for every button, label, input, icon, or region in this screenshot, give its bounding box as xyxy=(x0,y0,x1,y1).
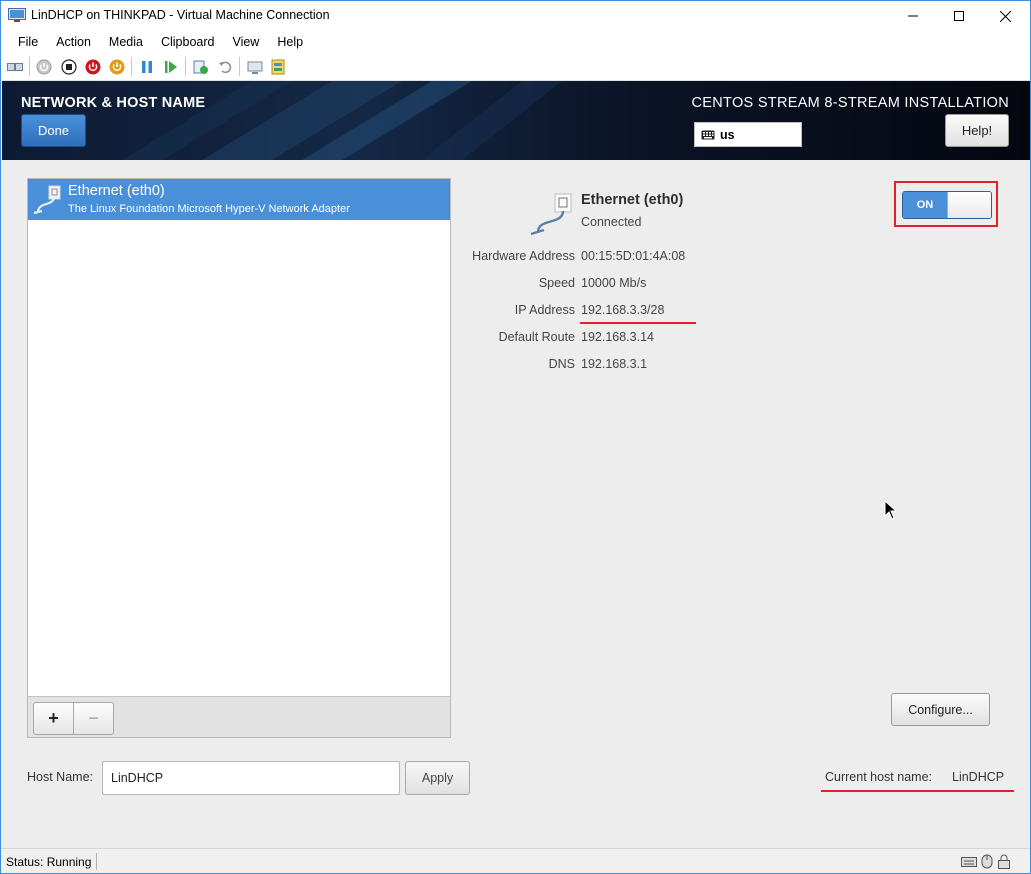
current-host-name-highlight xyxy=(821,790,1014,792)
ip-address-label: IP Address xyxy=(514,303,575,317)
host-name-input[interactable] xyxy=(102,761,400,795)
speed-value: 10000 Mb/s xyxy=(581,276,647,290)
speed-label: Speed xyxy=(538,276,575,290)
window-title: LinDHCP on THINKPAD - Virtual Machine Co… xyxy=(31,8,330,22)
start-button[interactable] xyxy=(35,58,52,75)
ctrl-alt-del-button[interactable] xyxy=(6,58,23,75)
help-button[interactable]: Help! xyxy=(945,114,1009,147)
done-button[interactable]: Done xyxy=(21,114,86,147)
pause-button[interactable] xyxy=(138,58,155,75)
mouse-status-icon xyxy=(981,854,993,869)
installation-title: CENTOS STREAM 8-STREAM INSTALLATION xyxy=(691,95,1009,111)
current-host-name-label: Current host name: xyxy=(825,770,932,784)
toolbar-separator xyxy=(29,57,30,76)
shut-down-button[interactable] xyxy=(84,58,101,75)
status-separator xyxy=(96,853,97,870)
keyboard-icon xyxy=(701,130,715,139)
ctrl-alt-del-icon xyxy=(6,62,23,71)
menu-action[interactable]: Action xyxy=(47,35,100,49)
keyboard-layout-label: us xyxy=(720,127,735,142)
device-list-toolbar: + − xyxy=(27,696,451,738)
minimize-button[interactable] xyxy=(890,1,936,31)
dns-value: 192.168.3.1 xyxy=(581,357,648,371)
device-description: The Linux Foundation Microsoft Hyper-V N… xyxy=(68,203,350,215)
switch-on-label: ON xyxy=(903,192,947,218)
checkpoint-icon xyxy=(193,60,208,74)
minimize-icon xyxy=(908,15,918,17)
apply-button[interactable]: Apply xyxy=(405,761,470,795)
revert-button[interactable] xyxy=(216,58,233,75)
resume-button[interactable] xyxy=(162,58,179,75)
share-icon xyxy=(271,59,284,74)
network-spoke-content: Ethernet (eth0) The Linux Foundation Mic… xyxy=(2,160,1030,848)
checkpoint-button[interactable] xyxy=(192,58,209,75)
ip-address-highlight xyxy=(580,322,696,324)
close-button[interactable] xyxy=(982,1,1028,31)
device-connection-status: Connected xyxy=(581,215,642,229)
menu-view[interactable]: View xyxy=(223,35,268,49)
resume-icon xyxy=(164,60,177,73)
device-on-off-switch[interactable]: ON xyxy=(902,191,992,219)
shut-down-icon xyxy=(85,59,100,74)
network-device-list: Ethernet (eth0) The Linux Foundation Mic… xyxy=(27,178,451,738)
maximize-button[interactable] xyxy=(936,1,982,31)
close-icon xyxy=(999,10,1011,22)
save-button[interactable] xyxy=(108,58,125,75)
host-name-label: Host Name: xyxy=(27,770,93,784)
toolbar-separator xyxy=(239,57,240,76)
toolbar xyxy=(1,52,1030,81)
pause-icon xyxy=(141,60,152,73)
switch-knob xyxy=(947,192,991,218)
turn-off-icon xyxy=(60,58,77,75)
start-icon xyxy=(36,59,51,74)
menu-file[interactable]: File xyxy=(9,35,47,49)
enhanced-session-button[interactable] xyxy=(246,58,263,75)
header-background-graphic xyxy=(2,81,1030,160)
keyboard-status-icon xyxy=(961,857,977,867)
ethernet-device-icon xyxy=(530,193,572,236)
mouse-cursor-icon xyxy=(884,500,898,520)
save-icon xyxy=(109,59,124,74)
vm-connection-window: LinDHCP on THINKPAD - Virtual Machine Co… xyxy=(0,0,1031,874)
device-list-item-eth0[interactable]: Ethernet (eth0) The Linux Foundation Mic… xyxy=(28,179,450,220)
keyboard-layout-indicator[interactable]: us xyxy=(694,122,802,147)
turn-off-button[interactable] xyxy=(60,58,77,75)
share-button[interactable] xyxy=(269,58,286,75)
lock-status-icon xyxy=(998,854,1010,869)
toolbar-separator xyxy=(185,57,186,76)
vm-connection-icon xyxy=(8,8,26,22)
configure-button[interactable]: Configure... xyxy=(891,693,990,726)
ip-address-value: 192.168.3.3/28 xyxy=(581,303,665,317)
hardware-address-value: 00:15:5D:01:4A:08 xyxy=(581,249,686,263)
add-device-button[interactable]: + xyxy=(33,702,74,735)
installer-header: NETWORK & HOST NAME Done CENTOS STREAM 8… xyxy=(2,81,1030,160)
vm-status-text: Status: Running xyxy=(6,855,92,869)
title-bar: LinDHCP on THINKPAD - Virtual Machine Co… xyxy=(1,1,1030,31)
maximize-icon xyxy=(954,11,964,21)
revert-icon xyxy=(218,61,231,73)
default-route-label: Default Route xyxy=(498,330,575,344)
menu-help[interactable]: Help xyxy=(268,35,312,49)
toggle-highlight: ON xyxy=(894,181,998,227)
menu-media[interactable]: Media xyxy=(100,35,152,49)
device-name: Ethernet (eth0) xyxy=(68,183,165,199)
status-bar: Status: Running xyxy=(1,848,1030,873)
spoke-title: NETWORK & HOST NAME xyxy=(21,95,206,111)
ethernet-cable-icon xyxy=(33,185,61,215)
hardware-address-label: Hardware Address xyxy=(472,249,575,263)
current-host-name-value: LinDHCP xyxy=(952,770,1005,784)
menu-bar: File Action Media Clipboard View Help xyxy=(1,31,1030,52)
menu-clipboard[interactable]: Clipboard xyxy=(152,35,224,49)
device-detail-name: Ethernet (eth0) xyxy=(581,192,684,208)
enhanced-session-icon xyxy=(247,61,262,74)
dns-label: DNS xyxy=(548,357,575,371)
toolbar-separator xyxy=(131,57,132,76)
remove-device-button[interactable]: − xyxy=(73,702,114,735)
default-route-value: 192.168.3.14 xyxy=(581,330,654,344)
